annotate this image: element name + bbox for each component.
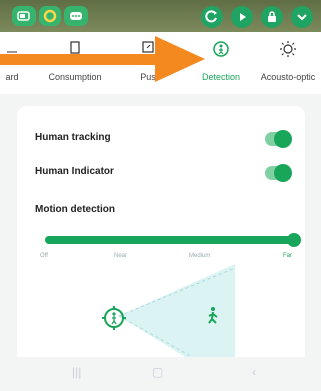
sun-light-icon xyxy=(280,41,296,57)
spotlight-button[interactable] xyxy=(39,6,61,26)
chevron-down-icon xyxy=(297,14,307,21)
detection-settings-card: Human tracking Human Indicator Motion de… xyxy=(17,106,305,391)
quick-actions-right xyxy=(201,6,313,28)
toggle-knob xyxy=(274,164,292,182)
toggle-knob xyxy=(274,130,292,148)
quick-actions-left xyxy=(12,6,88,26)
tab-acousto-optic[interactable]: Acousto-optic xyxy=(253,32,321,94)
sensor-icon xyxy=(102,306,126,330)
ring-icon xyxy=(43,9,57,23)
chat-icon xyxy=(70,12,82,20)
home-icon[interactable]: ▢ xyxy=(152,365,163,379)
detection-icon xyxy=(213,41,229,57)
back-icon[interactable]: ‹ xyxy=(252,365,256,379)
motion-detection-slider[interactable] xyxy=(45,236,295,244)
motion-detection-label: Motion detection xyxy=(35,204,115,215)
lock-button[interactable] xyxy=(261,6,283,28)
level-near: Near xyxy=(114,253,128,259)
battery-icon xyxy=(17,11,30,21)
human-tracking-toggle[interactable] xyxy=(265,130,292,148)
system-nav-bar: ||| ▢ ‹ xyxy=(0,357,321,391)
human-indicator-label: Human Indicator xyxy=(35,166,114,177)
play-button[interactable] xyxy=(231,6,253,28)
slider-handle[interactable] xyxy=(287,233,301,247)
expand-button[interactable] xyxy=(291,6,313,28)
annotation-arrow-icon xyxy=(0,36,205,82)
level-off: Off xyxy=(40,253,48,259)
refresh-icon xyxy=(205,10,217,23)
human-indicator-toggle[interactable] xyxy=(265,164,292,182)
battery-toggle-button[interactable] xyxy=(12,6,36,26)
tab-label: Acousto-optic xyxy=(260,72,316,82)
level-far: Far xyxy=(283,253,292,259)
chat-button[interactable] xyxy=(64,6,88,26)
lock-icon xyxy=(268,11,276,22)
top-header xyxy=(0,0,321,32)
play-icon xyxy=(240,13,246,21)
content-area: Human tracking Human Indicator Motion de… xyxy=(0,94,321,391)
level-medium: Medium xyxy=(189,253,211,259)
human-tracking-label: Human tracking xyxy=(35,132,111,143)
recent-apps-icon[interactable]: ||| xyxy=(72,365,81,379)
refresh-button[interactable] xyxy=(201,6,223,28)
